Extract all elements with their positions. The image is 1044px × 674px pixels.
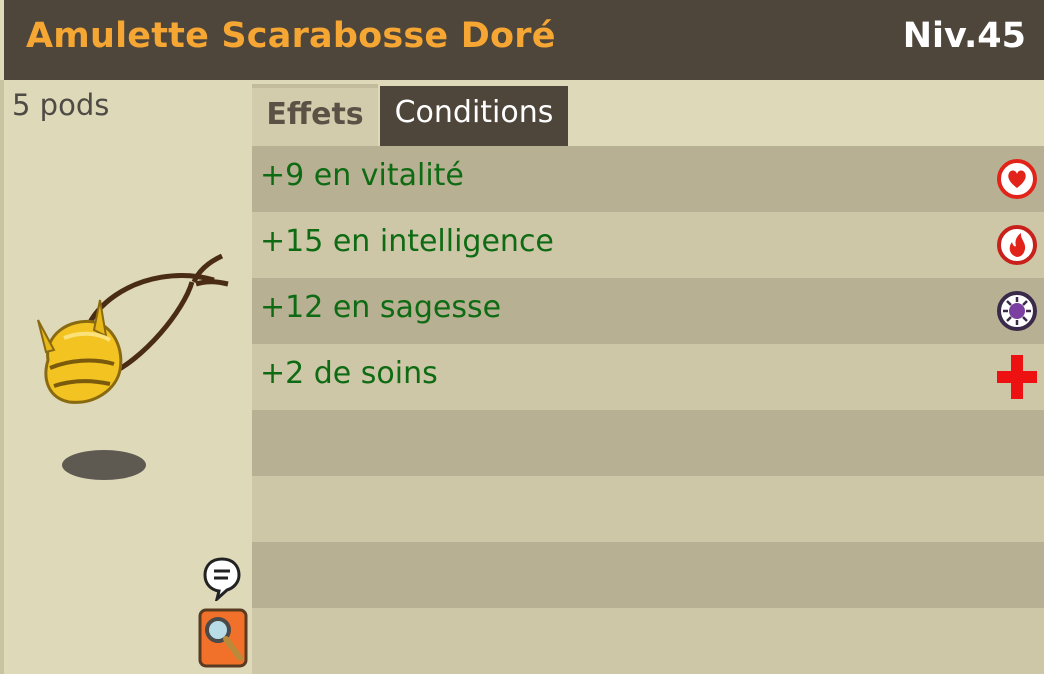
chat-bubble-icon[interactable] [203,557,241,601]
item-name: Amulette Scarabosse Doré [26,16,556,56]
intelligence-fire-icon [997,225,1037,265]
effect-row-vitality: +9 en vitalité [252,146,1044,212]
amulet-image [37,253,229,480]
effect-text: +15 en intelligence [260,224,554,259]
heal-cross-icon [997,355,1037,399]
magnifier-icon[interactable] [198,608,248,668]
item-preview-panel: 5 pods [0,80,252,674]
item-weight: 5 pods [12,88,110,122]
effect-row-empty [252,542,1044,608]
tab-conditions[interactable]: Conditions [380,86,568,146]
effect-row-wisdom: +12 en sagesse [252,278,1044,344]
title-bar: Amulette Scarabosse Doré Niv.45 [0,0,1044,80]
item-level: Niv.45 [902,16,1026,56]
wisdom-eye-icon [997,291,1037,331]
effect-text: +9 en vitalité [260,158,464,193]
effects-list: +9 en vitalité +15 en intelligence +12 e… [252,146,1044,674]
effect-row-empty [252,608,1044,674]
effect-text: +2 de soins [260,356,438,391]
effect-row-heals: +2 de soins [252,344,1044,410]
effect-text: +12 en sagesse [260,290,502,325]
tab-effets[interactable]: Effets [252,84,378,146]
effect-row-empty [252,410,1044,476]
effect-row-intelligence: +15 en intelligence [252,212,1044,278]
effect-row-empty [252,476,1044,542]
vitality-heart-icon [997,159,1037,199]
